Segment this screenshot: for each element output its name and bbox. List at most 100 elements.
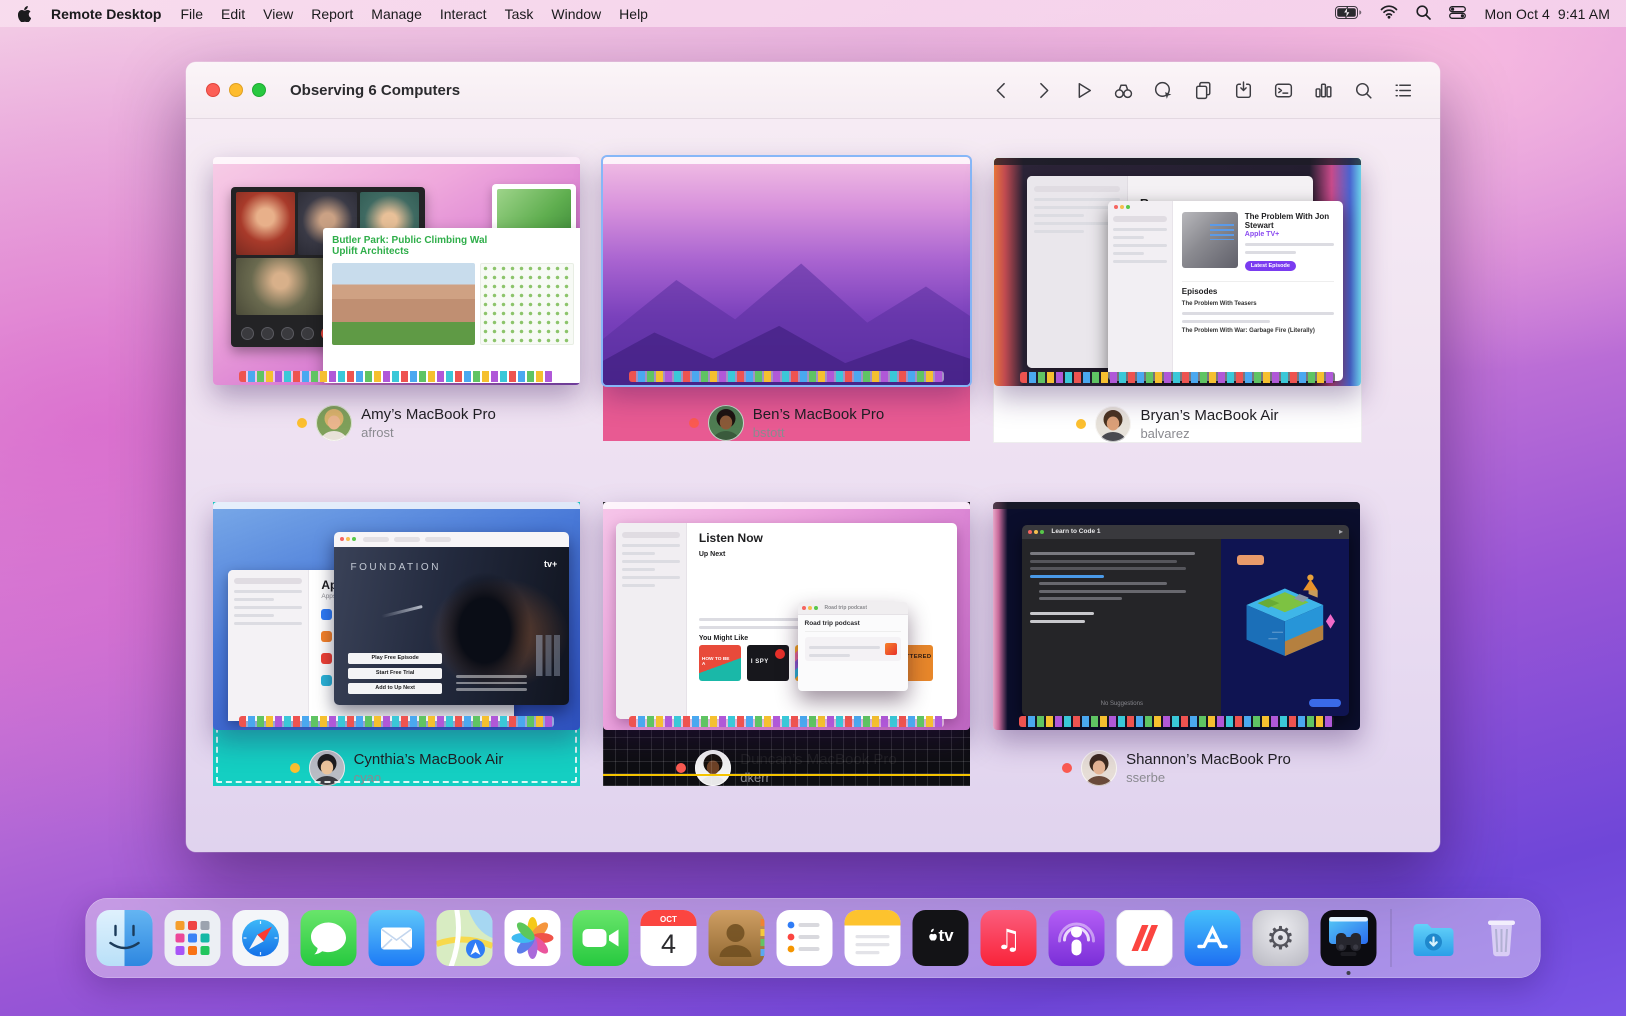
avatar-photo — [308, 750, 345, 786]
dock-safari-icon[interactable] — [232, 910, 289, 966]
dock-reminders-icon[interactable] — [776, 910, 833, 966]
mini-dock — [628, 716, 945, 727]
dock-appstore-icon[interactable] — [1184, 910, 1241, 966]
mini-episode-title: The Problem With War: Garbage Fire (Lite… — [1181, 328, 1315, 335]
mini-play-button: Play Free Episode — [348, 652, 443, 664]
dock-separator — [1390, 909, 1392, 967]
svg-text:tv: tv — [938, 926, 954, 945]
mini-popup-window: Road trip podcast Road trip podcast — [797, 602, 908, 692]
mini-3d-world — [1221, 538, 1349, 717]
computer-username: sserbe — [1126, 770, 1166, 785]
mini-menubar — [994, 158, 1361, 165]
menu-help[interactable]: Help — [610, 6, 657, 22]
computer-cell-dkerr: Listen Now Up Next BACK ISSUE THIS IS UN… — [603, 502, 970, 786]
dock-calendar-icon[interactable]: OCT 4 — [640, 910, 697, 966]
mini-menubar — [213, 157, 580, 164]
computer-name: Duncan’s MacBook Pro — [740, 751, 897, 768]
mini-hint-box — [1236, 554, 1264, 565]
computer-screen-dkerr[interactable]: Listen Now Up Next BACK ISSUE THIS IS UN… — [603, 502, 970, 730]
dock-photos-icon[interactable] — [504, 910, 561, 966]
avatar-photo — [316, 405, 353, 441]
mini-episodes-heading: Episodes — [1181, 281, 1334, 296]
mini-menubar — [993, 502, 1360, 509]
spotlight-icon[interactable] — [1416, 4, 1432, 23]
dock-facetime-icon[interactable] — [572, 910, 629, 966]
dock-downloads-icon[interactable] — [1406, 910, 1462, 966]
menu-task[interactable]: Task — [496, 6, 543, 22]
dock-notes-icon[interactable] — [844, 910, 901, 966]
computers-grid: Butler Park: Public Climbing Wal Uplift A… — [186, 62, 1440, 852]
mini-menubar — [603, 157, 970, 164]
mini-run-icon: ▸ — [1338, 527, 1343, 537]
battery-charging-icon[interactable] — [1335, 5, 1362, 22]
computer-screen-sserbe[interactable]: Learn to Code 1 ▸ No Suggestions — [993, 502, 1360, 730]
mini-tv-window: FOUNDATION tv+ Play Free Episode Start F… — [334, 531, 569, 705]
clock-date: Mon Oct 4 — [1484, 5, 1550, 22]
mini-dock — [238, 371, 555, 382]
mini-listen-now-heading: Listen Now — [698, 530, 763, 545]
dock-podcasts-icon[interactable] — [1048, 910, 1105, 966]
computer-meta: Bryan’s MacBook Air balvarez — [994, 406, 1361, 442]
mini-dock — [238, 716, 555, 727]
svg-text:♫: ♫ — [996, 923, 1021, 956]
menu-window[interactable]: Window — [542, 6, 610, 22]
mini-show-artwork — [1181, 212, 1238, 269]
wifi-icon[interactable] — [1380, 5, 1398, 22]
computer-meta: Duncan’s MacBook Pro dkerr — [603, 750, 970, 786]
mini-no-suggestions: No Suggestions — [1100, 701, 1143, 708]
computer-name: Amy’s MacBook Pro — [361, 406, 496, 423]
avatar-photo — [1081, 750, 1118, 786]
computer-cell-bstott: Ben’s MacBook Pro bstott — [603, 157, 970, 441]
avatar-photo — [1095, 406, 1132, 442]
computer-meta: Ben’s MacBook Pro bstott — [603, 405, 970, 441]
menu-file[interactable]: File — [171, 6, 212, 22]
computer-name: Ben’s MacBook Pro — [752, 406, 885, 423]
dock-news-icon[interactable] — [1116, 910, 1173, 966]
dock-systempreferences-icon[interactable]: ⚙ — [1252, 910, 1309, 966]
dock-music-icon[interactable]: ♫ — [980, 910, 1037, 966]
computer-screen-balvarez[interactable]: Browse The Problem With Jon Stewart Appl… — [994, 158, 1361, 386]
mini-playgrounds-window: Learn to Code 1 ▸ No Suggestions — [1022, 524, 1349, 717]
status-dot — [1062, 763, 1073, 773]
computer-screen-bstott[interactable] — [603, 157, 970, 385]
mini-document-headline: Butler Park: Public Climbing Wal Uplift A… — [332, 234, 488, 258]
computer-name: Bryan’s MacBook Air — [1140, 407, 1279, 424]
dock-maps-icon[interactable] — [436, 910, 493, 966]
computer-username: cyao — [353, 770, 382, 785]
computer-screen-cyao[interactable]: Apple Apps & Games FOUNDATION tv+ Play F… — [213, 502, 580, 730]
menu-report[interactable]: Report — [302, 6, 362, 22]
menu-interact[interactable]: Interact — [431, 6, 496, 22]
computer-meta: Amy’s MacBook Pro afrost — [213, 405, 580, 441]
status-dot — [688, 418, 699, 428]
control-center-icon[interactable] — [1449, 5, 1467, 22]
desktop: Remote Desktop File Edit View Report Manage I… — [0, 0, 1626, 1016]
app-menu-title[interactable]: Remote Desktop — [41, 6, 171, 22]
mini-latest-episode-button: Latest Episode — [1244, 261, 1296, 272]
avatar-photo — [695, 750, 732, 786]
svg-text:⚙: ⚙ — [1266, 919, 1295, 957]
dock-finder-icon[interactable] — [96, 910, 153, 966]
dock-mail-icon[interactable] — [368, 910, 425, 966]
dock-trash-icon[interactable] — [1474, 910, 1530, 966]
dock-contacts-icon[interactable] — [708, 910, 765, 966]
dock-remotedesktop-icon[interactable] — [1320, 910, 1377, 975]
menu-view[interactable]: View — [254, 6, 302, 22]
remote-desktop-window: Observing 6 Computers Butler Park: Publi… — [186, 62, 1440, 852]
dock-messages-icon[interactable] — [300, 910, 357, 966]
dock-launchpad-icon[interactable] — [164, 910, 221, 966]
mini-tv-hero: FOUNDATION tv+ Play Free Episode Start F… — [334, 546, 569, 705]
dock-tv-icon[interactable]: tv — [912, 910, 969, 966]
computer-screen-afrost[interactable]: Butler Park: Public Climbing Wal Uplift A… — [213, 157, 580, 385]
mini-popup-title: Road trip podcast — [804, 620, 901, 633]
computer-username: balvarez — [1140, 426, 1190, 441]
menu-edit[interactable]: Edit — [212, 6, 254, 22]
menu-manage[interactable]: Manage — [362, 6, 431, 22]
avatar — [695, 750, 732, 786]
apple-menu[interactable] — [16, 5, 41, 22]
menu-items: File Edit View Report Manage Interact Task Wind… — [171, 6, 657, 22]
menu-bar-clock[interactable]: Mon Oct 4 9:41 AM — [1484, 6, 1610, 22]
mini-podcast-show-window: The Problem With Jon Stewart Apple TV+ L… — [1107, 201, 1343, 382]
mini-show-subtitle: Apple TV+ — [1244, 231, 1280, 239]
computer-name: Cynthia’s MacBook Air — [353, 751, 504, 768]
avatar-photo — [707, 405, 744, 441]
